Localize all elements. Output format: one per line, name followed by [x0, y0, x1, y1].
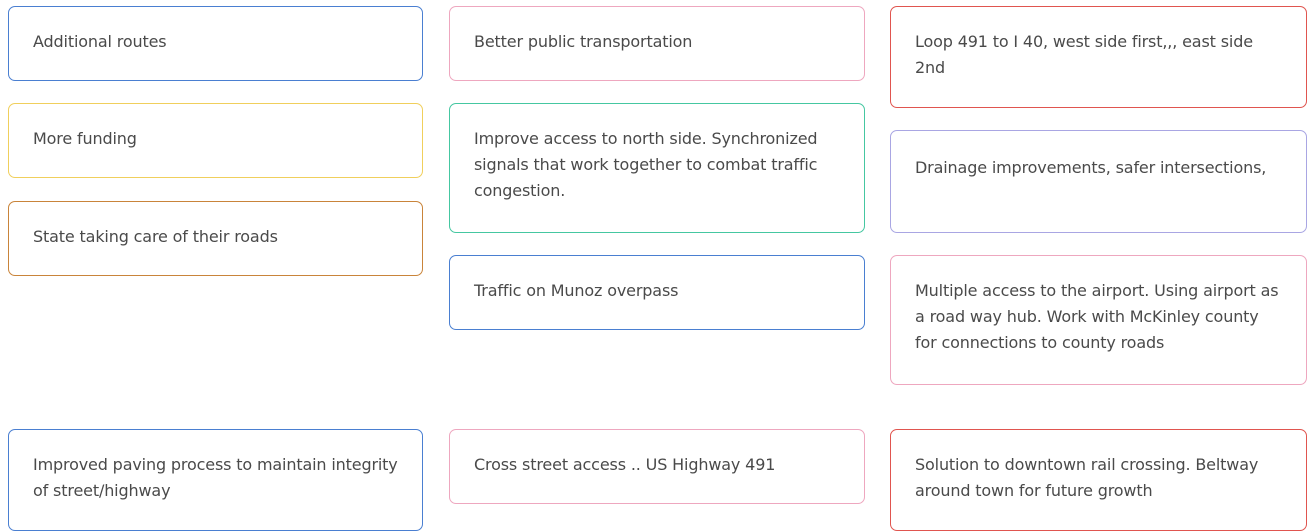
- response-text: Cross street access .. US Highway 491: [474, 455, 776, 474]
- response-text: State taking care of their roads: [33, 227, 278, 246]
- response-text: Multiple access to the airport. Using ai…: [915, 281, 1279, 352]
- response-board: Additional routes More funding State tak…: [0, 0, 1307, 531]
- response-card[interactable]: Improve access to north side. Synchroniz…: [449, 103, 865, 233]
- response-card[interactable]: Traffic on Munoz overpass: [449, 255, 865, 330]
- response-text: Solution to downtown rail crossing. Belt…: [915, 455, 1259, 500]
- response-text: Traffic on Munoz overpass: [474, 281, 679, 300]
- response-text: Better public transportation: [474, 32, 693, 51]
- response-card[interactable]: Drainage improvements, safer intersectio…: [890, 130, 1307, 233]
- response-card[interactable]: Multiple access to the airport. Using ai…: [890, 255, 1307, 385]
- response-text: More funding: [33, 129, 137, 148]
- response-text: Improve access to north side. Synchroniz…: [474, 129, 818, 200]
- response-text: Loop 491 to I 40, west side first,,, eas…: [915, 32, 1253, 77]
- response-text: Improved paving process to maintain inte…: [33, 455, 398, 500]
- response-text: Drainage improvements, safer intersectio…: [915, 158, 1267, 177]
- response-card[interactable]: State taking care of their roads: [8, 201, 423, 276]
- response-text: Additional routes: [33, 32, 167, 51]
- response-card[interactable]: More funding: [8, 103, 423, 178]
- response-card[interactable]: Improved paving process to maintain inte…: [8, 429, 423, 531]
- response-card[interactable]: Solution to downtown rail crossing. Belt…: [890, 429, 1307, 531]
- response-card[interactable]: Loop 491 to I 40, west side first,,, eas…: [890, 6, 1307, 108]
- response-card[interactable]: Better public transportation: [449, 6, 865, 81]
- response-card[interactable]: Cross street access .. US Highway 491: [449, 429, 865, 504]
- response-card[interactable]: Additional routes: [8, 6, 423, 81]
